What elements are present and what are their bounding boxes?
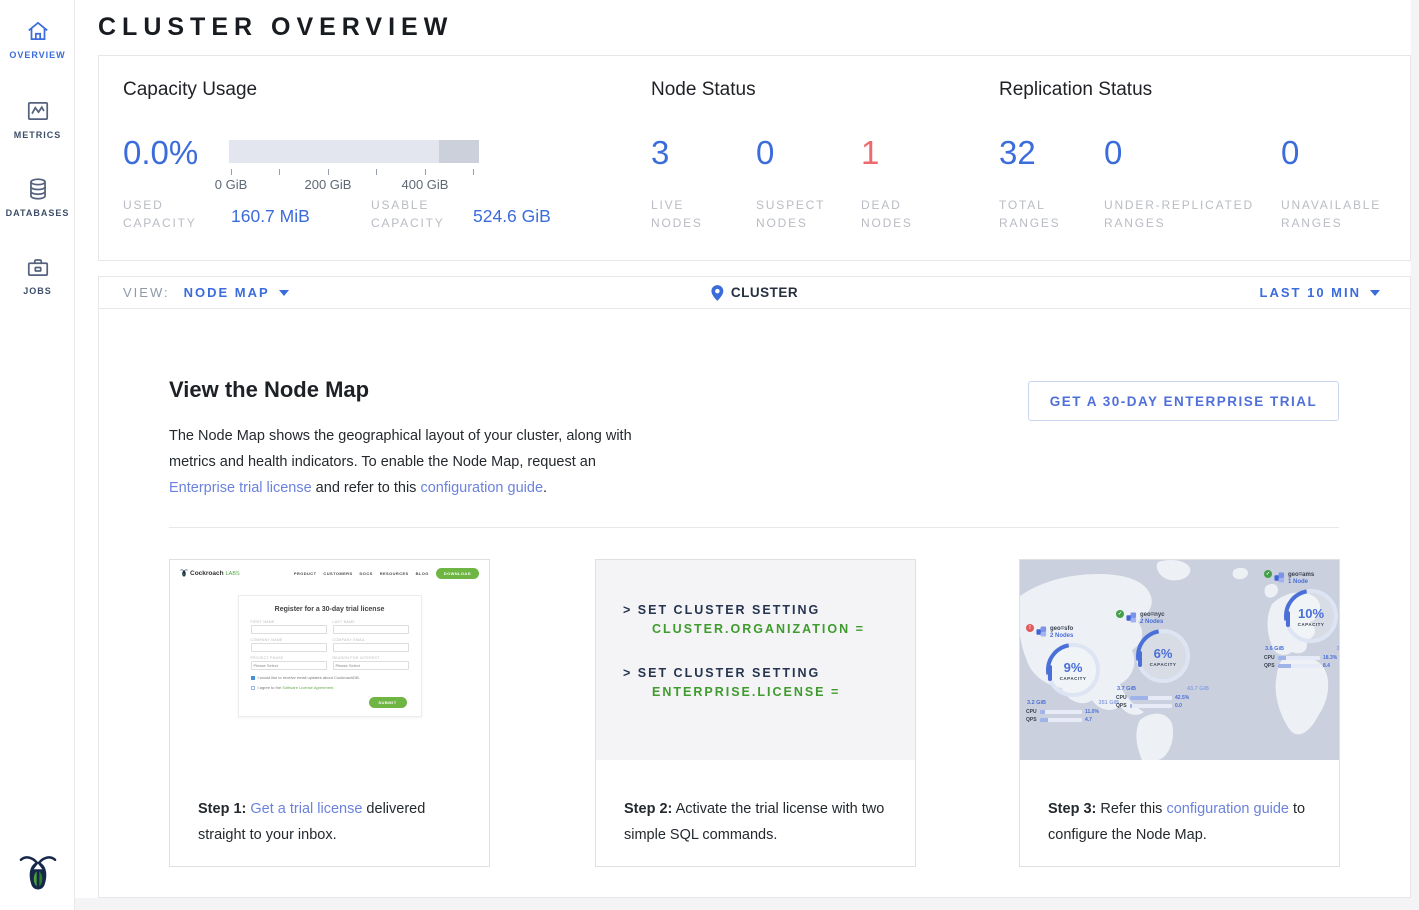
step1-website-thumbnail: Cockroach LABS PRODUCT CUSTOMERS DOCS RE… — [170, 560, 489, 760]
cockroach-logo[interactable] — [0, 852, 75, 898]
sql-code-snippet: > SET CLUSTER SETTING CLUSTER.ORGANIZATI… — [596, 560, 915, 760]
axis-tick — [473, 169, 474, 175]
get-trial-license-link[interactable]: Get a trial license — [250, 801, 362, 817]
live-node-badge-icon: ✓ — [1116, 610, 1124, 618]
usable-capacity-value: 524.6 GiB — [473, 206, 551, 227]
node-map-thumbnail: ! geo=sfo 2 Nodes 9% CAPACITY 3.2 GiB351… — [1020, 560, 1339, 760]
step2-card: > SET CLUSTER SETTING CLUSTER.ORGANIZATI… — [595, 559, 916, 867]
total-ranges-count: 32 — [999, 134, 1036, 172]
page-title: CLUSTER OVERVIEW — [98, 13, 1411, 42]
axis-tick-label: 200 GiB — [305, 177, 352, 192]
node-status-title: Node Status — [651, 79, 756, 101]
home-icon — [25, 16, 51, 44]
description-text: and refer to this — [312, 480, 421, 496]
axis-tick-label: 0 GiB — [215, 177, 248, 192]
site-nav-item: BLOG — [416, 571, 429, 576]
sidebar-item-metrics[interactable]: METRICS — [0, 96, 75, 140]
panel-description: The Node Map shows the geographical layo… — [169, 423, 639, 501]
step1-caption: Step 1: Get a trial license delivered st… — [170, 760, 489, 848]
site-nav-item: DOCS — [360, 571, 373, 576]
sidebar-item-label: METRICS — [14, 130, 62, 140]
step3-card: ! geo=sfo 2 Nodes 9% CAPACITY 3.2 GiB351… — [1019, 559, 1340, 867]
replication-status-title: Replication Status — [999, 79, 1152, 101]
content-area: CLUSTER OVERVIEW Capacity Usage 0.0% 0 G… — [75, 0, 1411, 898]
node-map-panel: View the Node Map The Node Map shows the… — [98, 309, 1411, 898]
capacity-gauge: 9% CAPACITY — [1046, 643, 1100, 697]
capacity-bar-dark-segment — [439, 140, 479, 163]
metrics-icon — [25, 96, 51, 124]
map-node-ams: ✓ geo=ams 1 Node 10% CAPACITY 3.6 GiB364… — [1264, 572, 1339, 669]
site-download-button: DOWNLOAD — [436, 568, 479, 579]
live-node-badge-icon: ✓ — [1264, 570, 1272, 578]
map-pin-icon — [711, 285, 723, 301]
unavailable-ranges-label: UNAVAILABLE RANGES — [1281, 196, 1381, 232]
sidebar-item-overview[interactable]: OVERVIEW — [0, 16, 75, 60]
map-node-nyc: ✓ geo=nyc 2 Nodes 6% CAPACITY 3.7 GiB43.… — [1116, 612, 1210, 709]
under-replicated-count: 0 — [1104, 134, 1122, 172]
chevron-down-icon — [279, 290, 289, 296]
sidebar-item-jobs[interactable]: JOBS — [0, 252, 75, 296]
capacity-gauge: 6% CAPACITY — [1136, 629, 1190, 683]
configuration-guide-link[interactable]: configuration guide — [420, 480, 543, 496]
node-cubes-icon — [1036, 626, 1047, 637]
capacity-usage-title: Capacity Usage — [123, 79, 257, 101]
enterprise-trial-license-link[interactable]: Enterprise trial license — [169, 480, 312, 496]
cluster-breadcrumb-label: CLUSTER — [731, 285, 798, 300]
suspect-nodes-count: 0 — [756, 134, 774, 172]
axis-tick — [231, 169, 232, 175]
sidebar: OVERVIEW METRICS DATABASES JOBS — [0, 0, 75, 910]
breadcrumb-cluster: CLUSTER — [711, 285, 798, 301]
capacity-used-percent: 0.0% — [123, 134, 198, 172]
dead-node-badge-icon: ! — [1026, 624, 1034, 632]
axis-tick-label: 400 GiB — [402, 177, 449, 192]
cluster-summary-card: Capacity Usage 0.0% 0 GiB 200 GiB 400 Gi… — [98, 55, 1411, 261]
configuration-guide-link[interactable]: configuration guide — [1166, 801, 1289, 817]
sidebar-item-databases[interactable]: DATABASES — [0, 174, 75, 218]
axis-tick — [279, 169, 280, 175]
dead-nodes-count: 1 — [861, 134, 879, 172]
unavailable-ranges-count: 0 — [1281, 134, 1299, 172]
enterprise-trial-button[interactable]: GET A 30-DAY ENTERPRISE TRIAL — [1028, 381, 1339, 421]
site-nav-item: CUSTOMERS — [323, 571, 352, 576]
under-replicated-label: UNDER-REPLICATED RANGES — [1104, 196, 1254, 232]
node-cubes-icon — [1274, 572, 1285, 583]
databases-icon — [25, 174, 51, 202]
view-bar: VIEW: NODE MAP CLUSTER LAST 10 MIN — [98, 276, 1411, 309]
chevron-down-icon — [1370, 290, 1380, 296]
step2-caption: Step 2: Activate the trial license with … — [596, 760, 915, 848]
capacity-bar-chart — [229, 140, 479, 163]
step1-card: Cockroach LABS PRODUCT CUSTOMERS DOCS RE… — [169, 559, 490, 867]
node-cubes-icon — [1126, 612, 1137, 623]
total-ranges-label: TOTAL RANGES — [999, 196, 1060, 232]
description-text: The Node Map shows the geographical layo… — [169, 428, 632, 470]
view-label: VIEW: — [123, 285, 170, 300]
jobs-icon — [25, 252, 51, 280]
section-divider — [169, 527, 1339, 528]
axis-tick — [425, 169, 426, 175]
used-capacity-value: 160.7 MiB — [231, 206, 310, 227]
dead-nodes-label: DEAD NODES — [861, 196, 913, 232]
panel-heading: View the Node Map — [169, 377, 369, 403]
suspect-nodes-label: SUSPECT NODES — [756, 196, 825, 232]
live-nodes-count: 3 — [651, 134, 669, 172]
view-selector-dropdown[interactable]: NODE MAP — [184, 285, 289, 300]
map-node-sfo: ! geo=sfo 2 Nodes 9% CAPACITY 3.2 GiB351… — [1026, 626, 1120, 723]
capacity-gauge: 10% CAPACITY — [1284, 589, 1338, 643]
site-nav-item: PRODUCT — [294, 571, 317, 576]
sidebar-item-label: JOBS — [23, 286, 52, 296]
time-range-dropdown[interactable]: LAST 10 MIN — [1260, 285, 1380, 300]
axis-tick — [328, 169, 329, 175]
step3-caption: Step 3: Refer this configuration guide t… — [1020, 760, 1339, 848]
sidebar-item-label: OVERVIEW — [9, 50, 65, 60]
usable-capacity-label: USABLE CAPACITY — [371, 196, 445, 232]
axis-tick — [376, 169, 377, 175]
live-nodes-label: LIVE NODES — [651, 196, 703, 232]
trial-license-form-thumbnail: Register for a 30-day trial license FIRS… — [238, 595, 422, 717]
used-capacity-label: USED CAPACITY — [123, 196, 197, 232]
sidebar-item-label: DATABASES — [6, 208, 70, 218]
site-nav-item: RESOURCES — [380, 571, 409, 576]
cockroach-labs-logo: Cockroach LABS — [180, 568, 240, 579]
description-text: . — [543, 480, 547, 496]
